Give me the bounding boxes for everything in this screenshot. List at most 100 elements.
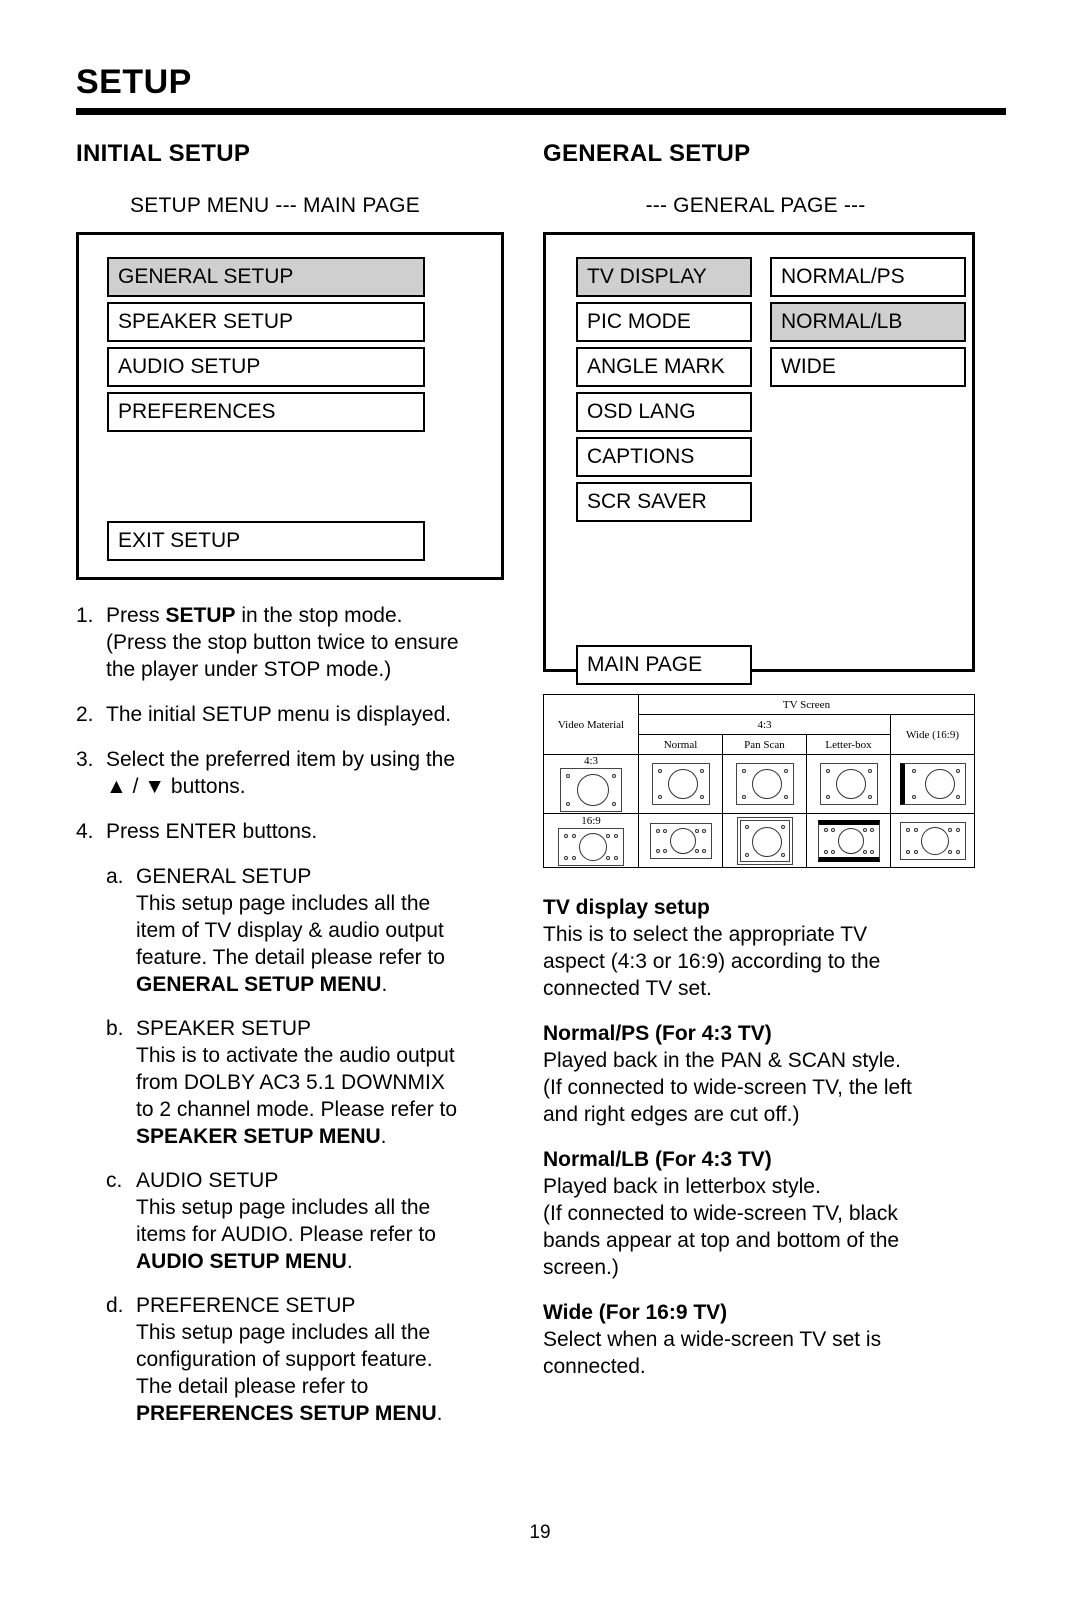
subitem-d-heading: PREFERENCE SETUP — [136, 1294, 356, 1317]
cell-material-43: 4:3 — [543, 754, 639, 814]
normal-lb-line-2: (If connected to wide-screen TV, black — [543, 1202, 898, 1225]
general-page-osd-screen: TV DISPLAY PIC MODE ANGLE MARK OSD LANG … — [543, 232, 975, 685]
tv-display-setup-line-1: This is to select the appropriate TV — [543, 923, 868, 946]
normal-ps-line-3: and right edges are cut off.) — [543, 1103, 800, 1126]
subitem-b-line-2: from DOLBY AC3 5.1 DOWNMIX — [136, 1071, 445, 1094]
subitem-c-reference-bold: AUDIO SETUP MENU — [136, 1250, 347, 1273]
subitem-c-reference: AUDIO SETUP MENU. — [136, 1248, 516, 1275]
text-block-normal-ps: Normal/PS (For 4:3 TV) Played back in th… — [543, 1020, 998, 1128]
subitem-b-letter: b. — [106, 1017, 124, 1040]
text-block-normal-lb: Normal/LB (For 4:3 TV) Played back in le… — [543, 1146, 998, 1281]
cell-43-pan-scan — [722, 754, 807, 814]
wide-heading: Wide (For 16:9 TV) — [543, 1301, 728, 1324]
manual-page: SETUP INITIAL SETUP SETUP MENU --- MAIN … — [0, 0, 1080, 1618]
screen-glyph-material-169 — [558, 827, 624, 866]
screen-glyph-169-letterbox — [817, 819, 880, 862]
osd-option-normal-lb[interactable]: NORMAL/LB — [770, 302, 966, 342]
osd-item-preferences[interactable]: PREFERENCES — [107, 392, 425, 432]
osd-item-exit-setup[interactable]: EXIT SETUP — [107, 521, 425, 561]
cell-43-letterbox — [806, 754, 891, 814]
subitem-d-letter: d. — [106, 1294, 124, 1317]
cell-43-normal — [638, 754, 723, 814]
osd-option-normal-ps[interactable]: NORMAL/PS — [770, 257, 966, 297]
step-2-number: 2. — [76, 703, 94, 726]
subitem-b-line-1: This is to activate the audio output — [136, 1044, 455, 1067]
step-2-line-1: The initial SETUP menu is displayed. — [106, 703, 452, 726]
tv-display-setup-line-2: aspect (4:3 or 16:9) according to the — [543, 950, 881, 973]
osd-item-main-page[interactable]: MAIN PAGE — [576, 645, 752, 685]
subitem-c-line-1: This setup page includes all the — [136, 1196, 431, 1219]
screen-glyph-169-normal — [649, 822, 712, 859]
left-column: INITIAL SETUP SETUP MENU --- MAIN PAGE G… — [76, 140, 516, 1444]
row-label-43: 4:3 — [583, 755, 599, 767]
subitem-a: a. GENERAL SETUP This setup page include… — [106, 863, 516, 998]
subitem-a-reference-period: . — [381, 973, 388, 996]
text-block-wide: Wide (For 16:9 TV) Select when a wide-sc… — [543, 1299, 998, 1380]
cell-43-wide — [890, 754, 975, 814]
cell-169-wide — [890, 813, 975, 868]
wide-line-1: Select when a wide-screen TV set is — [543, 1328, 882, 1351]
table-row-169: 16:9 — [543, 813, 975, 868]
step-1-number: 1. — [76, 604, 94, 627]
normal-ps-line-1: Played back in the PAN & SCAN style. — [543, 1049, 901, 1072]
screen-glyph-43-panscan — [735, 763, 794, 805]
subitem-d-line-3: The detail please refer to — [136, 1375, 369, 1398]
cell-material-169: 16:9 — [543, 813, 639, 868]
initial-setup-heading: INITIAL SETUP — [76, 140, 251, 167]
normal-lb-line-4: screen.) — [543, 1256, 619, 1279]
osd-spacer-right — [576, 527, 752, 645]
table-header-row-1: Video Material TV Screen — [543, 694, 975, 755]
cell-169-pan-scan — [722, 813, 807, 868]
osd-item-tv-display[interactable]: TV DISPLAY — [576, 257, 752, 297]
step-3: 3. Select the preferred item by using th… — [76, 746, 516, 800]
subitem-b-heading: SPEAKER SETUP — [136, 1017, 312, 1040]
subitem-a-letter: a. — [106, 865, 124, 888]
right-column: GENERAL SETUP --- GENERAL PAGE --- TV DI… — [543, 140, 998, 1398]
subheader-pan-scan: Pan Scan — [722, 734, 807, 755]
tv-screen-comparison-table: Video Material TV Screen 4:3 Wide (16:9)… — [543, 694, 975, 868]
header-divider — [76, 108, 1006, 115]
subheader-normal: Normal — [638, 734, 723, 755]
subitem-a-reference: GENERAL SETUP MENU. — [136, 971, 516, 998]
tv-display-setup-line-3: connected TV set. — [543, 977, 712, 1000]
osd-item-pic-mode[interactable]: PIC MODE — [576, 302, 752, 342]
screen-glyph-43-letterbox — [819, 763, 878, 805]
osd-item-speaker-setup[interactable]: SPEAKER SETUP — [107, 302, 425, 342]
subitem-d-line-1: This setup page includes all the — [136, 1321, 431, 1344]
subitem-b: b. SPEAKER SETUP This is to activate the… — [106, 1015, 516, 1150]
subheader-letterbox: Letter-box — [806, 734, 891, 755]
subitem-c-reference-period: . — [346, 1250, 353, 1273]
group-43-header: 4:3 — [638, 714, 891, 735]
tv-screen-header: TV Screen — [638, 694, 975, 715]
screen-glyph-169-wide — [899, 821, 966, 860]
step-1-line-1: Press SETUP in the stop mode. — [106, 604, 403, 627]
step-3-line-1: Select the preferred item by using the — [106, 748, 456, 771]
page-number: 19 — [529, 1522, 551, 1543]
osd-item-general-setup[interactable]: GENERAL SETUP — [107, 257, 425, 297]
general-setup-subtitle: --- GENERAL PAGE --- — [645, 194, 866, 217]
osd-item-scr-saver[interactable]: SCR SAVER — [576, 482, 752, 522]
osd-item-osd-lang[interactable]: OSD LANG — [576, 392, 752, 432]
subitem-b-reference: SPEAKER SETUP MENU. — [136, 1123, 516, 1150]
general-osd-option-column: NORMAL/PS NORMAL/LB WIDE — [770, 257, 966, 392]
subitem-d: d. PREFERENCE SETUP This setup page incl… — [106, 1292, 516, 1427]
osd-item-angle-mark[interactable]: ANGLE MARK — [576, 347, 752, 387]
step-2: 2. The initial SETUP menu is displayed. — [76, 701, 516, 728]
page-header: SETUP — [76, 62, 1006, 102]
page-title: SETUP — [76, 63, 192, 101]
subitem-a-line-2: item of TV display & audio output — [136, 919, 444, 942]
step-4: 4. Press ENTER buttons. — [76, 818, 516, 845]
osd-item-audio-setup[interactable]: AUDIO SETUP — [107, 347, 425, 387]
step-1: 1. Press SETUP in the stop mode. (Press … — [76, 602, 516, 683]
row-label-169: 16:9 — [581, 814, 601, 827]
group-wide-header: Wide (16:9) — [890, 714, 975, 755]
instruction-steps: 1. Press SETUP in the stop mode. (Press … — [76, 602, 516, 1427]
osd-option-wide[interactable]: WIDE — [770, 347, 966, 387]
normal-lb-line-1: Played back in letterbox style. — [543, 1175, 821, 1198]
setup-page-descriptions: a. GENERAL SETUP This setup page include… — [106, 863, 516, 1427]
step-4-line-1: Press ENTER buttons. — [106, 820, 318, 843]
subitem-a-line-1: This setup page includes all the — [136, 892, 431, 915]
normal-ps-heading: Normal/PS (For 4:3 TV) — [543, 1022, 772, 1045]
osd-item-captions[interactable]: CAPTIONS — [576, 437, 752, 477]
subitem-d-reference-bold: PREFERENCES SETUP MENU — [136, 1402, 437, 1425]
